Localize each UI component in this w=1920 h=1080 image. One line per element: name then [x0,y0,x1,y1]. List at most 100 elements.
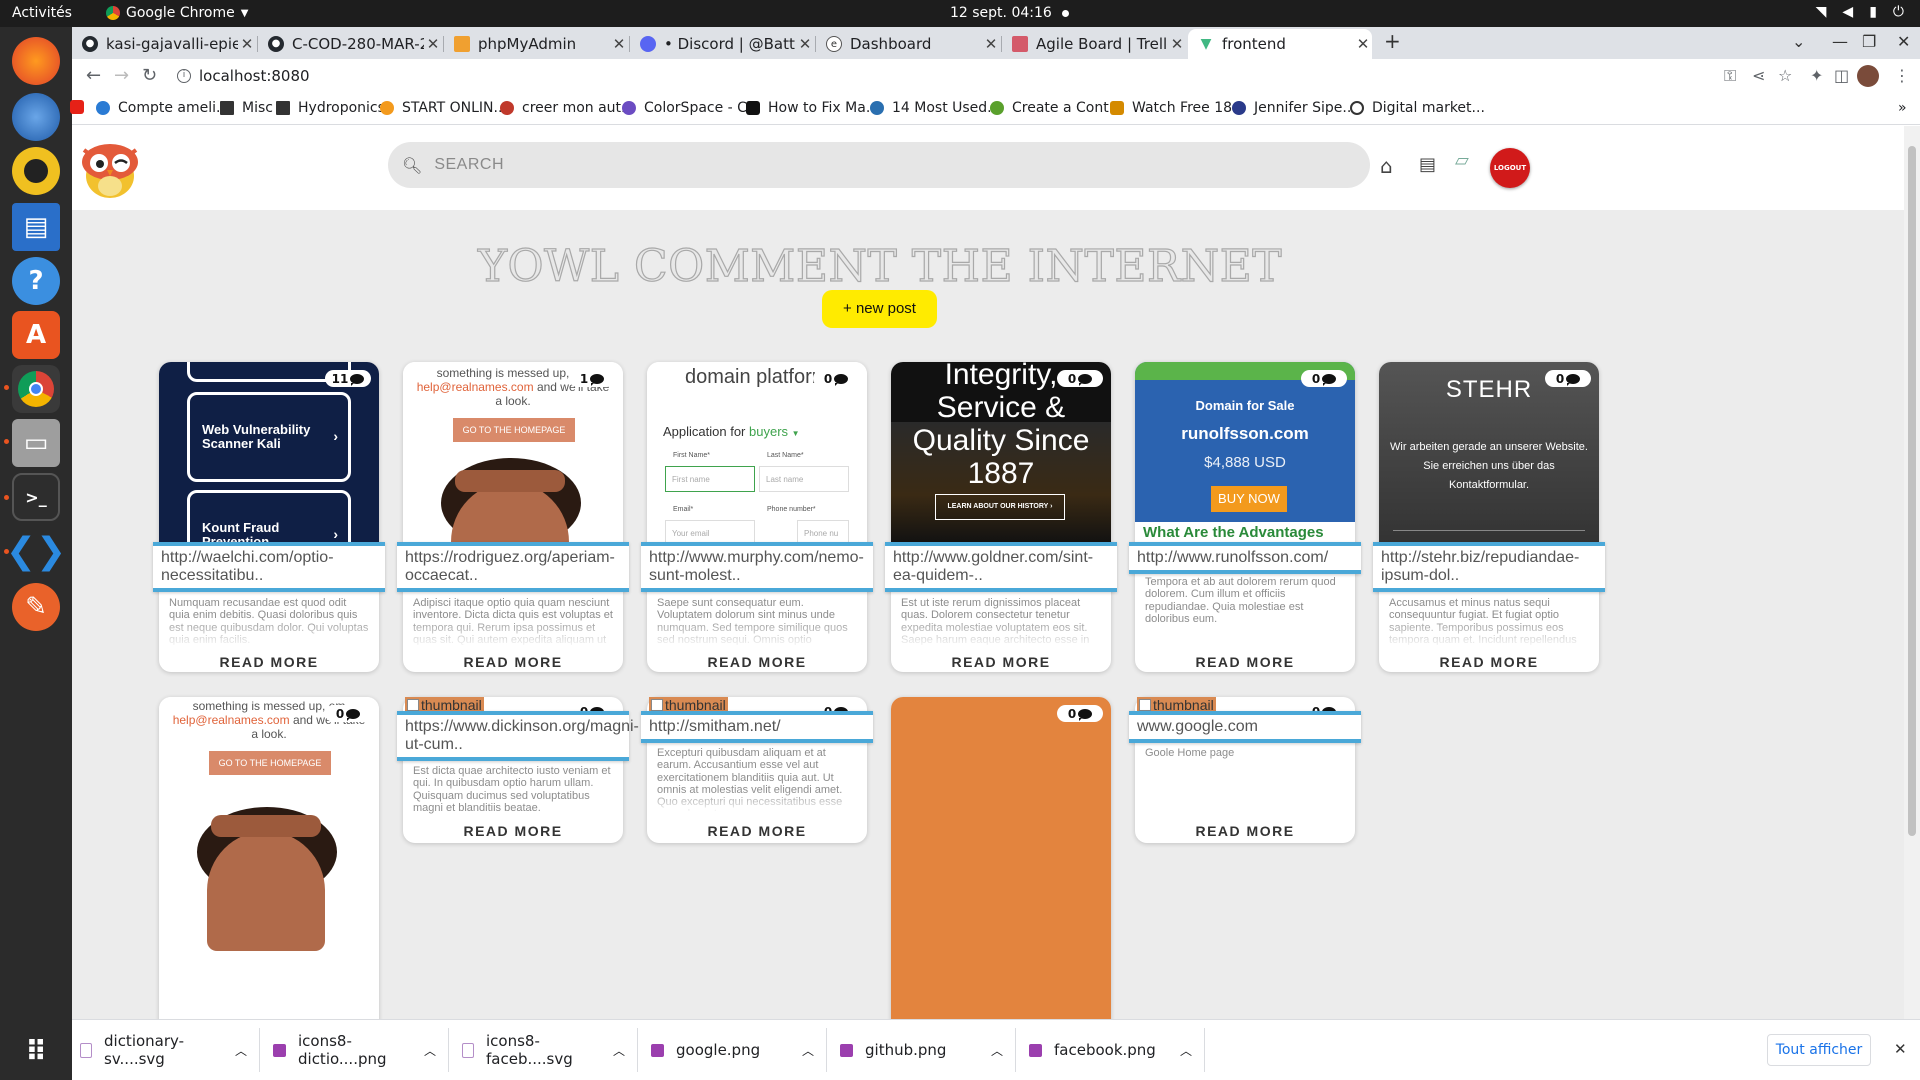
bookmark-item[interactable]: Watch Free 18... [1110,100,1245,116]
share-icon[interactable]: ⋖ [1752,66,1765,85]
tab-trello[interactable]: Agile Board | Trello ✕ [1002,29,1186,59]
bookmark-item[interactable]: 14 Most Used... [870,100,1001,116]
chevron-up-icon[interactable]: ︿ [613,1042,625,1059]
post-card[interactable]: something is messed up, em help@realnames… [159,697,379,1019]
post-url-link[interactable]: http://stehr.biz/repudiandae-ipsum-dol.. [1373,542,1605,592]
bookmark-item[interactable]: Compte ameli... [96,100,229,116]
side-panel-icon[interactable]: ◫ [1834,66,1849,85]
close-icon[interactable]: ✕ [1168,35,1186,53]
tab-phpmyadmin[interactable]: phpMyAdmin ✕ [444,29,628,59]
terminal-icon[interactable]: >_ [12,473,60,521]
broken-avatar-icon[interactable]: ▱ [1455,150,1469,171]
home-icon[interactable]: ⌂ [1380,154,1393,178]
chevron-up-icon[interactable]: ︿ [235,1042,247,1059]
new-tab-icon[interactable]: + [1384,29,1401,53]
download-item[interactable]: icons8-faceb....svg ︿ [450,1028,638,1072]
close-icon[interactable]: ✕ [238,35,256,53]
download-item[interactable]: dictionary-sv....svg ︿ [72,1028,260,1072]
chevron-up-icon[interactable]: ︿ [802,1042,814,1059]
read-more-button[interactable]: READ MORE [647,654,867,670]
tab-dashboard[interactable]: e Dashboard ✕ [816,29,1000,59]
minimize-icon[interactable]: — [1832,32,1848,51]
maximize-icon[interactable]: ❐ [1862,32,1876,51]
bookmark-folder[interactable]: Misc [220,100,273,116]
bookmark-folder[interactable]: Hydroponics [276,100,385,116]
software-center-icon[interactable]: A [12,311,60,359]
chevron-up-icon[interactable]: ︿ [1180,1042,1192,1059]
inkscape-icon[interactable]: ✎ [12,583,60,631]
tab-github-1[interactable]: ● kasi-gajavalli-epietch/Yo✕ [72,29,256,59]
post-url-link[interactable]: www.google.com [1129,711,1361,743]
post-card[interactable]: Integrity, Service & Quality Since 1887 … [885,362,1117,672]
password-key-icon[interactable]: ⚿ [1724,66,1736,86]
app-menu[interactable]: Google Chrome ▼ [106,5,248,21]
post-url-link[interactable]: http://www.runolfsson.com/ [1129,542,1361,574]
close-icon[interactable]: ✕ [982,35,1000,53]
bookmark-item[interactable]: ColorSpace - C... [622,100,760,116]
post-card[interactable]: thumbnail 0 http://smitham.net/ Exceptur… [641,697,873,843]
bookmark-item[interactable]: Digital market... [1350,100,1485,116]
tab-search-icon[interactable]: ⌄ [1792,32,1805,51]
bookmark-item[interactable]: creer mon aut... [500,100,634,116]
activities-button[interactable]: Activités [12,5,72,21]
close-icon[interactable]: ✕ [796,35,814,53]
close-downloads-icon[interactable]: ✕ [1894,1040,1907,1058]
search-bar[interactable]: 🔍︎ [388,142,1370,188]
download-item[interactable]: icons8-dictio....png ︿ [261,1028,449,1072]
bookmark-youtube[interactable] [70,100,92,114]
post-card[interactable]: something is messed up, em help@realnames… [397,362,629,672]
post-card[interactable]: thumbnail 0 www.google.com Goole Home pa… [1129,697,1361,843]
thunderbird-icon[interactable] [12,93,60,141]
page-scrollbar[interactable] [1904,126,1920,1019]
search-input[interactable] [434,156,1335,174]
profile-card-icon[interactable]: ▤ [1419,154,1436,175]
post-url-link[interactable]: https://rodriguez.org/aperiam-occaecat.. [397,542,629,592]
download-item[interactable]: google.png ︿ [639,1028,827,1072]
tab-frontend[interactable]: ▼ frontend ✕ [1188,29,1372,59]
bookmark-star-icon[interactable]: ☆ [1778,66,1792,85]
tab-discord[interactable]: • Discord | @Battlemaste✕ [630,29,814,59]
chevron-up-icon[interactable]: ︿ [991,1042,1003,1059]
bookmark-item[interactable]: How to Fix Ma... [746,100,879,116]
show-all-downloads-button[interactable]: Tout afficher [1767,1034,1871,1066]
read-more-button[interactable]: READ MORE [891,654,1111,670]
read-more-button[interactable]: READ MORE [647,823,867,839]
logout-button[interactable]: LOGOUT [1490,148,1530,188]
post-url-link[interactable]: https://www.dickinson.org/magni-ut-cum.. [397,711,639,761]
new-post-button[interactable]: + new post [822,290,937,328]
site-info-icon[interactable]: i [177,69,191,83]
files-icon[interactable]: ▭ [12,419,60,467]
read-more-button[interactable]: READ MORE [403,823,623,839]
bookmark-item[interactable]: START ONLIN... [380,100,507,116]
writer-icon[interactable]: ▤ [12,203,60,251]
rhythmbox-icon[interactable] [12,147,60,195]
close-icon[interactable]: ✕ [610,35,628,53]
post-card[interactable]: Domain for Sale runolfsson.com $4,888 US… [1129,362,1361,672]
back-icon[interactable]: ← [86,65,101,86]
download-item[interactable]: facebook.png ︿ [1017,1028,1205,1072]
scrollbar-thumb[interactable] [1908,146,1916,836]
post-url-link[interactable]: http://www.murphy.com/nemo-sunt-molest.. [641,542,873,592]
chrome-dock-icon[interactable] [12,365,60,413]
post-card[interactable]: domain platform Application for buyers ▼… [641,362,873,672]
bookmark-item[interactable]: Jennifer Sipe... [1232,100,1356,116]
post-url-link[interactable]: http://smitham.net/ [641,711,873,743]
system-tray[interactable]: ◥ ◀ ▮ ⏻ [1816,4,1904,20]
read-more-button[interactable]: READ MORE [1135,823,1355,839]
post-card[interactable]: STEHR Wir arbeiten gerade an unserer Web… [1373,362,1605,672]
tab-github-2[interactable]: ● C-COD-280-MAR-2-3-dasl✕ [258,29,442,59]
bookmark-item[interactable]: Create a Cont... [990,100,1122,116]
owl-logo[interactable] [74,136,146,202]
read-more-button[interactable]: READ MORE [159,654,379,670]
reload-icon[interactable]: ↻ [142,65,157,86]
post-card[interactable]: 0 [891,697,1111,1019]
close-icon[interactable]: ✕ [1354,35,1372,53]
read-more-button[interactable]: READ MORE [1379,654,1599,670]
close-icon[interactable]: ✕ [424,35,442,53]
profile-avatar[interactable] [1857,65,1879,87]
read-more-button[interactable]: READ MORE [1135,654,1355,670]
menu-icon[interactable]: ⋮ [1894,66,1910,85]
download-item[interactable]: github.png ︿ [828,1028,1016,1072]
help-icon[interactable]: ? [12,257,60,305]
chevron-up-icon[interactable]: ︿ [424,1042,436,1059]
